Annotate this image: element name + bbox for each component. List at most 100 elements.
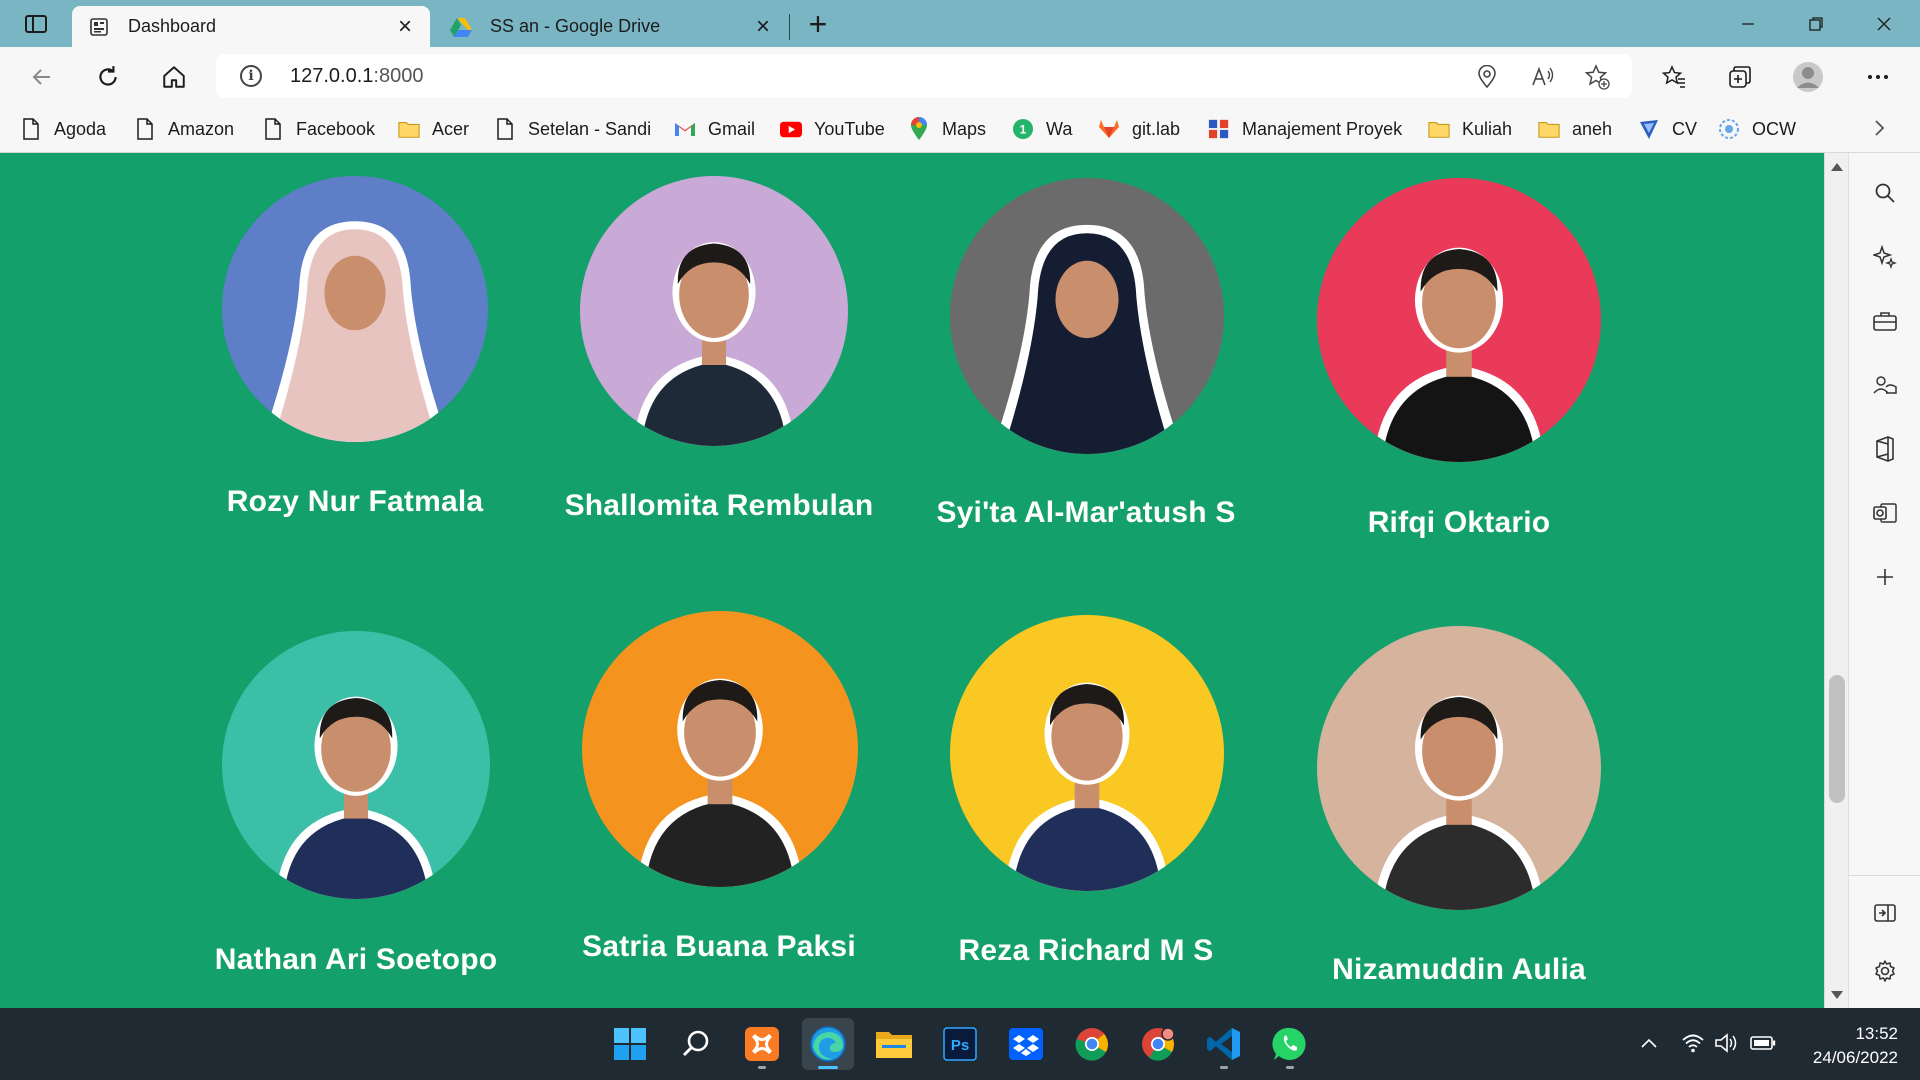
- xampp-icon[interactable]: [736, 1018, 788, 1070]
- sidebar-games-icon[interactable]: [1869, 369, 1901, 401]
- bookmark-youtube[interactable]: YouTube: [780, 113, 885, 145]
- tab-google-drive[interactable]: SS an - Google Drive ×: [434, 6, 788, 47]
- tab-title: Dashboard: [128, 16, 217, 36]
- close-tab-icon[interactable]: ×: [388, 10, 422, 44]
- bookmark-gmail[interactable]: Gmail: [674, 113, 755, 145]
- whatsapp-badge-icon: 1: [1012, 118, 1034, 140]
- sidebar-office-icon[interactable]: [1869, 433, 1901, 465]
- sidebar-hide-icon[interactable]: [1869, 897, 1901, 929]
- new-tab-button[interactable]: +: [800, 6, 836, 42]
- bookmark-label: Kuliah: [1462, 118, 1513, 139]
- bookmark-facebook[interactable]: Facebook: [262, 113, 375, 145]
- page-icon: [262, 118, 284, 140]
- url-host: 127.0.0.1: [290, 65, 374, 87]
- chrome-icon[interactable]: [1066, 1018, 1118, 1070]
- active-indicator: [818, 1066, 838, 1069]
- running-indicator: [1220, 1066, 1228, 1069]
- scroll-down-arrow-icon[interactable]: [1831, 991, 1843, 999]
- bookmark-gitlab[interactable]: git.lab: [1098, 113, 1180, 145]
- profile-button[interactable]: [1788, 57, 1828, 97]
- dropbox-icon[interactable]: [1000, 1018, 1052, 1070]
- whatsapp-icon[interactable]: [1264, 1018, 1316, 1070]
- home-icon: [163, 66, 185, 88]
- svg-text:Ps: Ps: [951, 1037, 969, 1054]
- url-text[interactable]: 127.0.0.1:8000: [290, 65, 423, 88]
- youtube-icon: [780, 118, 802, 140]
- file-explorer-icon[interactable]: [868, 1018, 920, 1070]
- page-scrollbar[interactable]: [1824, 153, 1848, 1008]
- bookmark-manajement-proyek[interactable]: Manajement Proyek: [1208, 113, 1402, 145]
- bookmark-wa[interactable]: 1 Wa: [1012, 113, 1072, 145]
- bookmark-aneh[interactable]: aneh: [1538, 113, 1612, 145]
- restore-icon: [1809, 16, 1823, 31]
- member-photo: [580, 176, 848, 446]
- battery-icon[interactable]: [1750, 1030, 1776, 1056]
- volume-icon[interactable]: [1714, 1030, 1740, 1056]
- tab-actions-button[interactable]: [14, 8, 58, 40]
- scroll-up-arrow-icon[interactable]: [1831, 163, 1843, 171]
- sidebar-outlook-icon[interactable]: [1869, 497, 1901, 529]
- refresh-icon: [99, 66, 117, 86]
- sidebar-tools-icon[interactable]: [1869, 305, 1901, 337]
- bookmark-cv[interactable]: CV: [1638, 113, 1697, 145]
- url-port: :8000: [373, 65, 424, 87]
- site-info-icon[interactable]: i: [240, 65, 262, 87]
- minimize-button[interactable]: [1716, 0, 1780, 47]
- read-aloud-icon[interactable]: [1530, 64, 1556, 90]
- close-window-button[interactable]: [1852, 0, 1916, 47]
- page-icon: [494, 118, 516, 140]
- bookmark-kuliah[interactable]: Kuliah: [1428, 113, 1512, 145]
- address-bar[interactable]: i 127.0.0.1:8000: [216, 54, 1632, 98]
- sidebar-settings-icon[interactable]: [1869, 955, 1901, 987]
- add-favorite-icon[interactable]: [1584, 64, 1610, 90]
- bookmark-label: Wa: [1046, 118, 1073, 139]
- tab-dashboard[interactable]: Dashboard ×: [72, 6, 430, 47]
- tab-actions-icon: [25, 15, 47, 33]
- search-icon[interactable]: [670, 1018, 722, 1070]
- close-tab-icon[interactable]: ×: [746, 10, 780, 44]
- bookmarks-overflow-icon[interactable]: [1868, 117, 1894, 143]
- settings-more-button[interactable]: [1858, 57, 1898, 97]
- clock-date: 24/06/2022: [1812, 1048, 1898, 1067]
- bookmark-label: CV: [1672, 118, 1698, 139]
- refresh-button[interactable]: [88, 57, 128, 97]
- wifi-icon[interactable]: [1680, 1030, 1706, 1056]
- bookmark-setelan-sandi[interactable]: Setelan - Sandi: [494, 113, 651, 145]
- system-clock[interactable]: 13:52 24/06/2022: [1786, 1022, 1898, 1070]
- sidebar-search-icon[interactable]: [1869, 177, 1901, 209]
- favorites-button[interactable]: [1654, 57, 1694, 97]
- bookmark-label: Manajement Proyek: [1242, 118, 1403, 139]
- bookmark-maps[interactable]: Maps: [908, 113, 986, 145]
- folder-icon: [398, 118, 420, 140]
- more-icon: [1868, 75, 1888, 79]
- sidebar-discover-icon[interactable]: [1869, 241, 1901, 273]
- photoshop-icon[interactable]: Ps: [934, 1018, 986, 1070]
- back-arrow-icon: [32, 69, 50, 85]
- project-icon: [1208, 118, 1230, 140]
- show-hidden-icons-icon[interactable]: [1636, 1030, 1662, 1056]
- back-button[interactable]: [22, 57, 62, 97]
- member-photo: [582, 611, 858, 887]
- bookmark-amazon[interactable]: Amazon: [134, 113, 234, 145]
- windows-start-icon[interactable]: [604, 1018, 656, 1070]
- member-photo: [1317, 626, 1601, 910]
- chrome-profile-icon[interactable]: [1132, 1018, 1184, 1070]
- scrollbar-thumb[interactable]: [1829, 675, 1845, 803]
- bookmark-label: Agoda: [54, 118, 107, 139]
- collections-button[interactable]: [1720, 57, 1760, 97]
- home-button[interactable]: [154, 57, 194, 97]
- edge-icon[interactable]: [802, 1018, 854, 1070]
- team-page: Rozy Nur Fatmala Shallomita Rembulan Syi…: [0, 153, 1824, 1008]
- member-name: Reza Richard M S: [958, 934, 1214, 967]
- sidebar-add-icon[interactable]: [1869, 561, 1901, 593]
- page-icon: [20, 118, 42, 140]
- bookmark-ocw[interactable]: OCW: [1718, 113, 1796, 145]
- bookmark-label: YouTube: [814, 118, 885, 139]
- folder-icon: [1538, 118, 1560, 140]
- member-name: Nathan Ari Soetopo: [214, 943, 498, 976]
- vscode-icon[interactable]: [1198, 1018, 1250, 1070]
- bookmark-acer[interactable]: Acer: [398, 113, 469, 145]
- bookmark-agoda[interactable]: Agoda: [20, 113, 106, 145]
- location-icon[interactable]: [1474, 64, 1500, 90]
- restore-button[interactable]: [1784, 0, 1848, 47]
